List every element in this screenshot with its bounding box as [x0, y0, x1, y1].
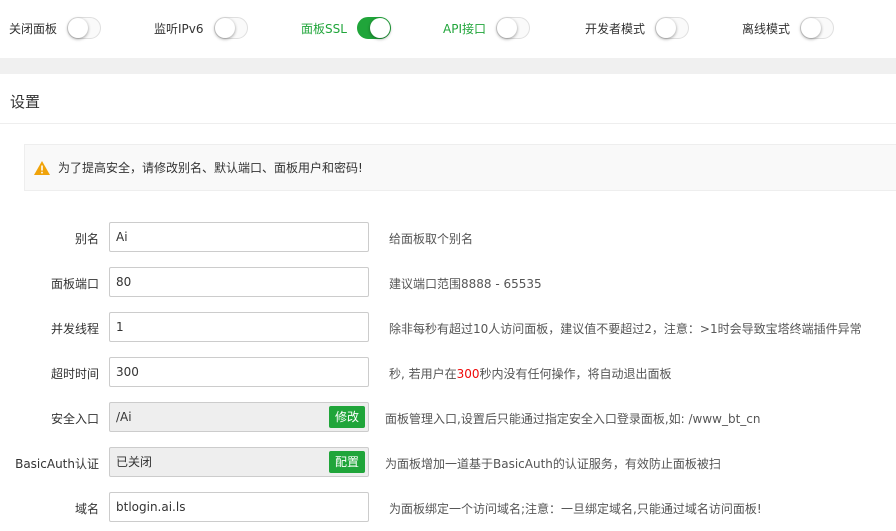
timeout-help-highlight: 300	[456, 367, 480, 381]
toggle-switch[interactable]	[655, 17, 690, 39]
timeout-help: 秒, 若用户在300秒内没有任何操作，将自动退出面板	[389, 365, 672, 382]
entry-value: /Ai	[116, 410, 132, 424]
warning-triangle-icon	[34, 160, 50, 175]
toggle-panel-ssl[interactable]: 面板SSL	[301, 16, 391, 40]
toggle-knob	[369, 18, 390, 38]
toggle-knob	[656, 18, 677, 38]
entry-help: 面板管理入口,设置后只能通过指定安全入口登录面板,如: /www_bt_cn	[385, 412, 761, 426]
alias-help: 给面板取个别名	[389, 232, 474, 246]
port-help: 建议端口范围8888 - 65535	[389, 277, 542, 291]
basicauth-help: 为面板增加一道基于BasicAuth的认证服务，有效防止面板被扫	[385, 457, 721, 471]
port-label: 面板端口	[50, 277, 99, 291]
toggle-developer-mode[interactable]: 开发者模式	[585, 16, 690, 40]
alias-input[interactable]: Ai	[109, 222, 369, 252]
warning-text: 为了提高安全，请修改别名、默认端口、面板用户和密码!	[58, 161, 363, 175]
timeout-label: 超时时间	[50, 367, 99, 381]
entry-modify-button[interactable]: 修改	[328, 406, 365, 428]
entry-input: /Ai 修改	[109, 402, 369, 432]
toggle-ipv6[interactable]: 监听IPv6	[154, 16, 248, 40]
domain-input[interactable]: btlogin.ai.ls	[109, 492, 369, 522]
port-input[interactable]: 80	[109, 267, 369, 297]
threads-input[interactable]: 1	[109, 312, 369, 342]
row-domain: 域名 btlogin.ai.ls 为面板绑定一个访问域名;注意：一旦绑定域名,只…	[0, 492, 896, 524]
toggle-close-panel[interactable]: 关闭面板	[9, 16, 102, 40]
alias-label: 别名	[74, 232, 99, 246]
toggle-knob	[68, 18, 89, 38]
toggle-api[interactable]: API接口	[443, 16, 530, 40]
toggle-label: 开发者模式	[585, 21, 646, 36]
toggle-switch[interactable]	[356, 17, 391, 39]
threads-help: 除非每秒有超过10人访问面板，建议值不要超过2，注意：>1时会导致宝塔终端插件异…	[389, 322, 862, 336]
toggle-label: 监听IPv6	[154, 21, 204, 36]
basicauth-input: 已关闭 配置	[109, 447, 369, 477]
threads-label: 并发线程	[50, 322, 99, 336]
toggle-knob	[801, 18, 822, 38]
timeout-help-suffix: 秒内没有任何操作，将自动退出面板	[479, 367, 672, 381]
toggle-bar: 关闭面板 监听IPv6 面板SSL API接口 开发者模式 离线模式	[0, 0, 896, 58]
toggle-switch[interactable]	[213, 17, 248, 39]
domain-help: 为面板绑定一个访问域名;注意：一旦绑定域名,只能通过域名访问面板!	[389, 502, 762, 516]
basicauth-config-button[interactable]: 配置	[328, 451, 365, 473]
timeout-help-prefix: 秒, 若用户在	[389, 367, 457, 381]
basicauth-value: 已关闭	[116, 455, 153, 469]
warning-banner: 为了提高安全，请修改别名、默认端口、面板用户和密码!	[24, 144, 896, 191]
row-basicauth: BasicAuth认证 已关闭 配置 为面板增加一道基于BasicAuth的认证…	[0, 447, 896, 479]
basicauth-label: BasicAuth认证	[15, 457, 99, 471]
entry-label: 安全入口	[50, 412, 99, 426]
toggle-offline-mode[interactable]: 离线模式	[742, 16, 835, 40]
toggle-knob	[497, 18, 517, 38]
toggle-label: 关闭面板	[9, 21, 58, 36]
panel-title: 设置	[10, 93, 41, 111]
toggle-label: 离线模式	[742, 21, 791, 36]
toggle-label: API接口	[443, 21, 486, 36]
toggle-knob	[214, 18, 235, 38]
toggle-switch[interactable]	[800, 17, 835, 39]
toggle-switch[interactable]	[496, 17, 530, 39]
row-security-entry: 安全入口 /Ai 修改 面板管理入口,设置后只能通过指定安全入口登录面板,如: …	[0, 402, 896, 434]
panel-header: 设置	[0, 74, 896, 124]
row-port: 面板端口 80 建议端口范围8888 - 65535	[0, 267, 896, 299]
row-alias: 别名 Ai 给面板取个别名	[0, 222, 896, 254]
domain-label: 域名	[74, 502, 99, 516]
row-threads: 并发线程 1 除非每秒有超过10人访问面板，建议值不要超过2，注意：>1时会导致…	[0, 312, 896, 344]
timeout-input[interactable]: 300	[109, 357, 369, 387]
section-divider	[0, 58, 896, 74]
row-timeout: 超时时间 300 秒, 若用户在300秒内没有任何操作，将自动退出面板	[0, 357, 896, 389]
toggle-switch[interactable]	[67, 17, 102, 39]
toggle-label: 面板SSL	[301, 21, 347, 36]
